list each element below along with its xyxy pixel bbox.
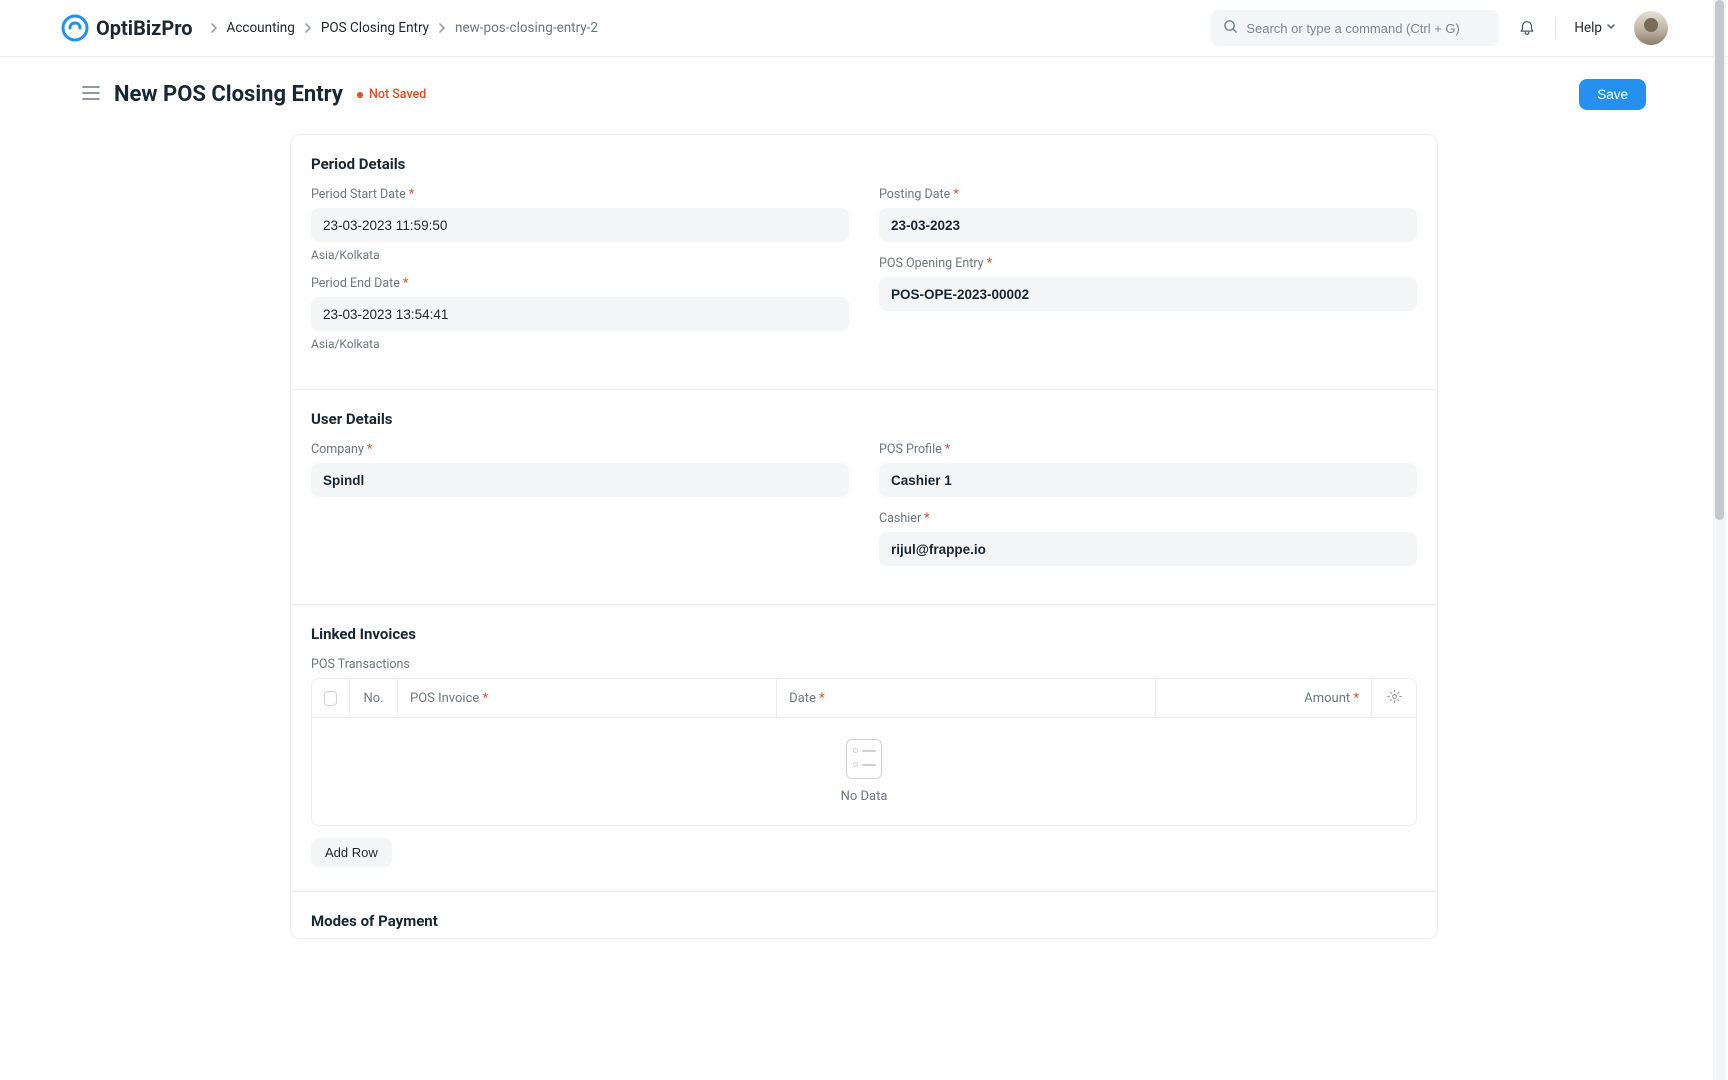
label-pos-transactions: POS Transactions [311, 657, 1417, 672]
label-pos-profile: POS Profile * [879, 442, 1417, 457]
chevron-right-icon [437, 23, 447, 33]
bell-icon[interactable] [1517, 18, 1537, 38]
col-amount: Amount * [1156, 679, 1372, 717]
status-dot-icon [357, 92, 363, 98]
page-title: New POS Closing Entry [114, 82, 343, 107]
input-cashier[interactable] [879, 532, 1417, 566]
section-period-details: Period Details Period Start Date * Asia/… [291, 135, 1437, 390]
col-checkbox[interactable] [312, 679, 350, 717]
field-period-end-date: Period End Date * Asia/Kolkata [311, 276, 849, 351]
table-pos-transactions: No. POS Invoice * Date * Amount * No Dat… [311, 678, 1417, 826]
search-box[interactable] [1211, 10, 1499, 46]
help-dropdown[interactable]: Help [1574, 20, 1616, 36]
field-company: Company * [311, 442, 849, 497]
chevron-down-icon [1606, 20, 1616, 36]
field-posting-date: Posting Date * [879, 187, 1417, 242]
table-empty-state: No Data [312, 717, 1416, 825]
input-period-start[interactable] [311, 208, 849, 242]
scrollbar[interactable] [1713, 0, 1726, 1080]
avatar[interactable] [1634, 11, 1668, 45]
brand-mark-icon [60, 13, 90, 43]
search-input[interactable] [1246, 21, 1487, 36]
label-period-start: Period Start Date * [311, 187, 849, 202]
status-badge: Not Saved [357, 87, 426, 102]
label-pos-opening: POS Opening Entry * [879, 256, 1417, 271]
section-user-details: User Details Company * POS Profile * Cas… [291, 390, 1437, 605]
checkbox-icon [324, 691, 337, 706]
field-pos-opening-entry: POS Opening Entry * [879, 256, 1417, 311]
scrollbar-thumb[interactable] [1715, 0, 1724, 520]
gear-icon [1387, 689, 1402, 708]
breadcrumb-accounting[interactable]: Accounting [227, 20, 295, 36]
section-title-mop: Modes of Payment [311, 912, 1417, 930]
breadcrumb-pos-closing-entry[interactable]: POS Closing Entry [321, 20, 429, 36]
input-company[interactable] [311, 463, 849, 497]
page-header: New POS Closing Entry Not Saved Save [0, 57, 1728, 120]
field-cashier: Cashier * [879, 511, 1417, 566]
navbar: OptiBizPro Accounting POS Closing Entry … [0, 0, 1728, 57]
save-button[interactable]: Save [1579, 79, 1646, 110]
breadcrumb: Accounting POS Closing Entry new-pos-clo… [209, 20, 598, 36]
table-header: No. POS Invoice * Date * Amount * [312, 679, 1416, 717]
form-card: Period Details Period Start Date * Asia/… [290, 134, 1438, 939]
breadcrumb-current: new-pos-closing-entry-2 [455, 20, 598, 36]
field-pos-profile: POS Profile * [879, 442, 1417, 497]
label-posting-date: Posting Date * [879, 187, 1417, 202]
col-pos-invoice: POS Invoice * [398, 679, 777, 717]
section-title-user: User Details [311, 410, 1417, 428]
label-period-end: Period End Date * [311, 276, 849, 291]
status-text: Not Saved [369, 87, 426, 102]
input-posting-date[interactable] [879, 208, 1417, 242]
brand-logo[interactable]: OptiBizPro [60, 13, 193, 43]
field-period-start-date: Period Start Date * Asia/Kolkata [311, 187, 849, 262]
chevron-right-icon [209, 23, 219, 33]
input-pos-opening[interactable] [879, 277, 1417, 311]
input-period-end[interactable] [311, 297, 849, 331]
input-pos-profile[interactable] [879, 463, 1417, 497]
section-title-linked: Linked Invoices [311, 625, 1417, 643]
tz-period-end: Asia/Kolkata [311, 337, 849, 351]
section-modes-of-payment: Modes of Payment [291, 892, 1437, 938]
label-company: Company * [311, 442, 849, 457]
search-icon [1223, 19, 1238, 38]
brand-name: OptiBizPro [96, 16, 193, 40]
nav-right: Help [1211, 10, 1668, 46]
help-label: Help [1574, 20, 1602, 36]
label-cashier: Cashier * [879, 511, 1417, 526]
col-date: Date * [777, 679, 1156, 717]
section-linked-invoices: Linked Invoices POS Transactions No. POS… [291, 605, 1437, 892]
menu-icon[interactable] [82, 86, 100, 104]
add-row-button[interactable]: Add Row [311, 838, 392, 867]
nav-divider [1555, 17, 1556, 39]
empty-list-icon [846, 739, 882, 779]
tz-period-start: Asia/Kolkata [311, 248, 849, 262]
empty-text: No Data [841, 789, 888, 804]
chevron-right-icon [303, 23, 313, 33]
table-settings-button[interactable] [1372, 679, 1416, 717]
section-title-period: Period Details [311, 155, 1417, 173]
col-no: No. [350, 679, 398, 717]
